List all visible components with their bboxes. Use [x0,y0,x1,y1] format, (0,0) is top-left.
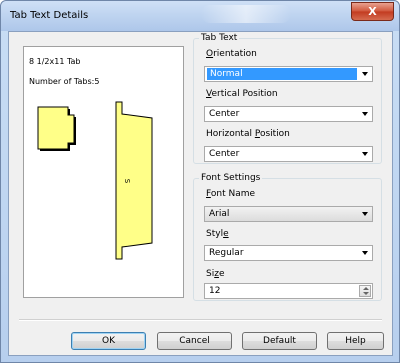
cancel-button[interactable]: Cancel [157,332,232,350]
chevron-down-icon[interactable] [362,251,368,255]
size-value: 12 [209,286,221,296]
dialog-window: Tab Text Details X 8 1/2x11 Tab Number o… [0,0,400,363]
chevron-down-icon[interactable] [362,152,368,156]
horizontal-position-select[interactable]: Center [204,146,373,162]
chevron-down-icon[interactable] [362,72,368,76]
style-select[interactable]: Regular [204,245,373,261]
font-name-label: Font Name [206,189,256,199]
style-value: Regular [209,248,244,258]
vertical-position-label: Vertical Position [206,89,278,99]
tab-text-group-title: Tab Text [199,33,240,43]
tab-sheet-large [115,101,153,260]
title-bar[interactable]: Tab Text Details X [1,1,399,31]
horizontal-position-value: Center [209,149,240,159]
font-name-select[interactable]: Arial [204,206,373,222]
orientation-select[interactable]: Normal [204,66,373,82]
dialog-client: 8 1/2x11 Tab Number of Tabs:5 S Tab Text… [8,31,393,356]
tab-icon-small [37,106,76,151]
vertical-position-select[interactable]: Center [204,106,373,122]
horizontal-position-label: Horizontal Position [206,129,290,139]
chevron-down-icon[interactable] [362,112,368,116]
size-spinbox[interactable]: 12 [204,283,373,299]
close-button[interactable]: X [351,2,394,21]
orientation-label: Orientation [206,49,257,59]
font-settings-group-title: Font Settings [199,173,263,183]
size-label: Size [206,269,225,279]
ok-button[interactable]: OK [71,332,146,350]
font-settings-group: Font Settings Font Name Arial Style Regu… [193,173,382,301]
tab-preview-graphic [37,101,153,260]
preview-panel: 8 1/2x11 Tab Number of Tabs:5 S [23,46,184,298]
font-name-value: Arial [209,209,230,219]
tab-text-sample: S [123,178,132,184]
vertical-position-value: Center [209,109,240,119]
chevron-down-icon[interactable] [362,212,368,216]
spin-icon[interactable] [359,285,371,297]
orientation-value: Normal [207,68,357,80]
close-icon: X [368,5,377,18]
title-glass [201,5,291,23]
button-separator [19,319,382,321]
style-label: Style [206,229,229,239]
tab-text-group: Tab Text Orientation Normal Vertical Pos… [193,33,382,164]
default-button[interactable]: Default [242,332,317,350]
window-title: Tab Text Details [10,10,89,21]
help-button[interactable]: Help [327,332,384,350]
